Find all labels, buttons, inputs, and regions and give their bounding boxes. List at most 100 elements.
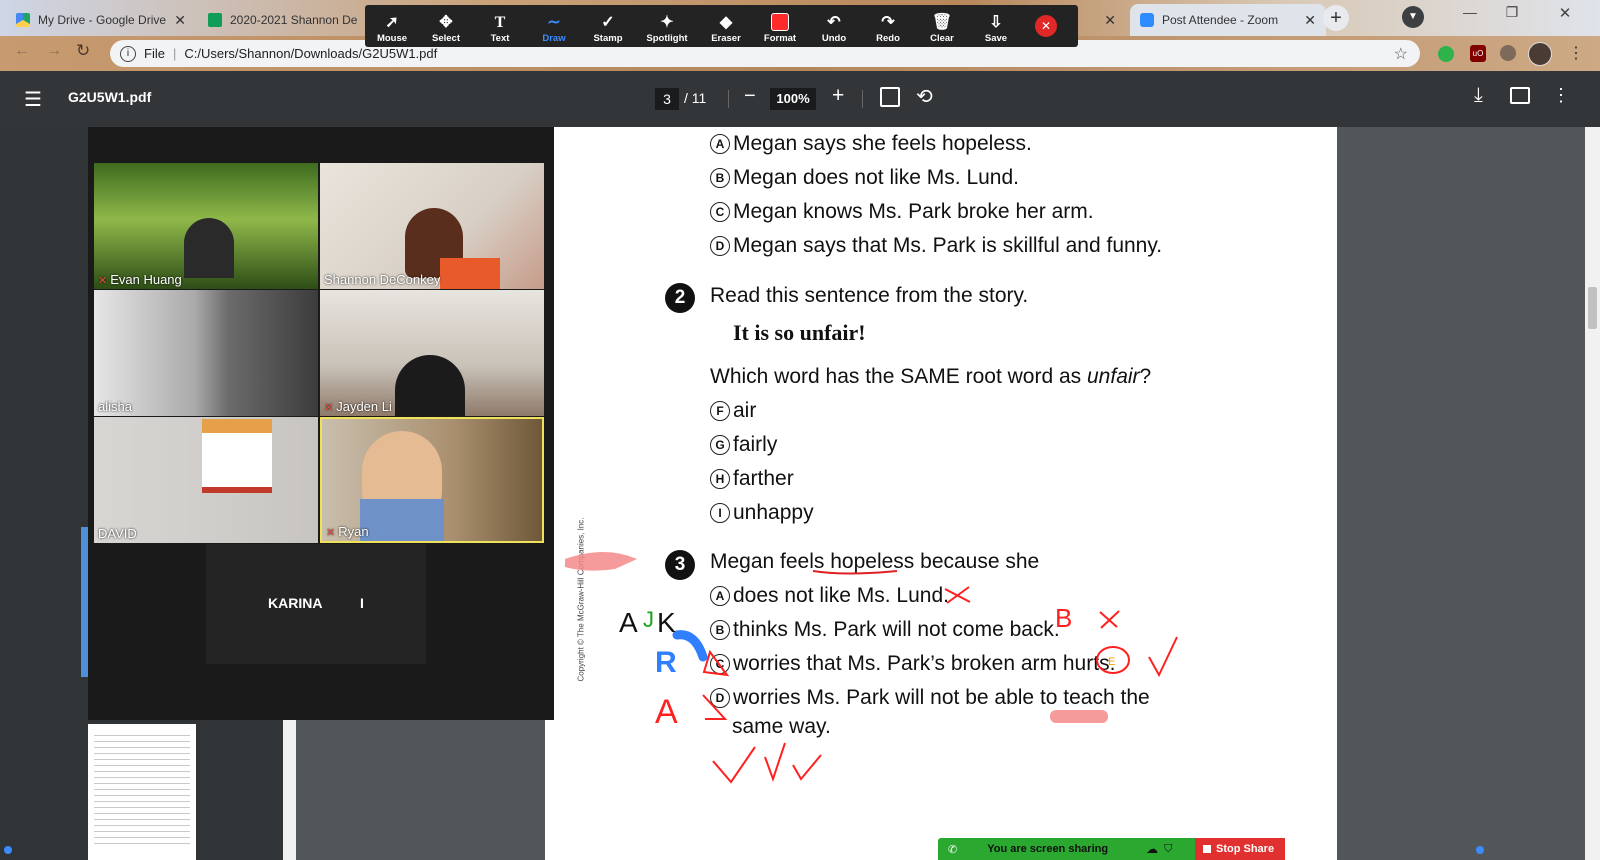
annotation-letter: J (643, 607, 654, 632)
new-tab-button[interactable]: + (1323, 5, 1349, 31)
tab-title: Post Attendee - Zoom (1162, 13, 1279, 27)
check-mark (792, 754, 822, 781)
video-tile[interactable]: alisha (94, 290, 318, 416)
zoom-out-button[interactable]: − (744, 85, 756, 108)
tool-text[interactable]: T Text (473, 5, 527, 47)
page-total: / 11 (684, 90, 707, 106)
toolbar-divider (728, 90, 729, 108)
status-dot (1476, 846, 1484, 854)
zoom-in-button[interactable]: + (832, 84, 844, 108)
check-mark (712, 746, 756, 784)
tab-search-icon[interactable]: ▼ (1402, 6, 1424, 28)
participant-name: DAVID (98, 526, 137, 541)
page-number-input[interactable]: 3 (655, 88, 679, 110)
tool-spotlight[interactable]: ✦ Spotlight (635, 5, 699, 47)
annotation-letter: A (655, 693, 678, 731)
highlight-stroke (1050, 710, 1108, 723)
ublock-icon[interactable]: uO (1470, 45, 1486, 62)
download-icon[interactable]: ⤓ (1474, 84, 1483, 107)
video-tile-off[interactable]: KARINA I (206, 544, 426, 664)
close-window-button[interactable]: ✕ (1545, 4, 1585, 28)
page-thumbnail[interactable] (88, 724, 196, 860)
print-icon[interactable] (1510, 87, 1530, 104)
tab-google-drive[interactable]: My Drive - Google Drive ✕ (6, 4, 196, 36)
cross-mark (944, 586, 971, 604)
tab-title: My Drive - Google Drive (38, 13, 166, 27)
arrow-highlight (565, 552, 637, 571)
tab-sheets[interactable]: 2020-2021 Shannon De (198, 4, 368, 36)
cross-mark (1099, 610, 1120, 629)
address-url: C:/Users/Shannon/Downloads/G2U5W1.pdf (184, 46, 438, 61)
page-scrollbar[interactable] (1585, 127, 1600, 860)
reload-icon[interactable]: ↻ (76, 41, 90, 61)
annotation-letter: B (1055, 603, 1072, 633)
tool-save[interactable]: ⇩ Save (969, 5, 1023, 47)
google-drive-icon (16, 13, 30, 27)
check-icon: ✓ (601, 14, 615, 31)
extension-green-icon[interactable] (1438, 46, 1454, 62)
video-tile[interactable]: ✕ Jayden Li (320, 290, 544, 416)
redo-icon: ↷ (881, 14, 895, 31)
extensions-puzzle-icon[interactable] (1500, 45, 1516, 61)
participant-name: ✕ Ryan (326, 524, 369, 539)
video-tile[interactable]: Shannon DeConkey (320, 163, 544, 289)
eraser-icon: ◆ (719, 14, 733, 31)
muted-mic-icon: ✕ (324, 402, 334, 414)
tab-zoom-post-attendee[interactable]: Post Attendee - Zoom ✕ (1130, 4, 1326, 36)
bookmark-star-icon[interactable]: ☆ (1394, 44, 1408, 64)
cursor-icon: ➚ (385, 14, 399, 31)
restore-button[interactable]: ❐ (1492, 4, 1532, 28)
sidebar-resize-handle[interactable] (81, 527, 88, 677)
tool-undo[interactable]: ↶ Undo (807, 5, 861, 47)
tool-draw[interactable]: ∼ Draw (527, 5, 581, 47)
rotate-icon[interactable]: ⟲ (916, 84, 933, 109)
info-icon[interactable]: i (120, 45, 136, 62)
move-icon: ✥ (439, 14, 453, 31)
annotation-letter: A (619, 607, 638, 638)
menu-hamburger-icon[interactable]: ☰ (24, 87, 42, 112)
close-icon[interactable]: ✕ (1304, 12, 1316, 29)
tool-mouse[interactable]: ➚ Mouse (365, 5, 419, 47)
check-mark (764, 742, 786, 783)
profile-avatar[interactable] (1528, 42, 1552, 66)
zoom-annotation-toolbar: ➚ Mouse ✥ Select T Text ∼ Draw ✓ Stamp ✦ Spotl… (365, 5, 1078, 47)
tool-format[interactable]: Format (753, 5, 807, 47)
tab-hidden[interactable]: ✕ (1080, 4, 1126, 36)
more-options-icon[interactable]: ⋮ (1552, 85, 1570, 106)
draw-icon: ∼ (547, 14, 561, 31)
close-icon[interactable]: ✕ (174, 12, 186, 29)
undo-icon: ↶ (827, 14, 841, 31)
trash-icon: 🗑 (931, 14, 953, 31)
pdf-toolbar: ☰ G2U5W1.pdf 3 / 11 − 100% + ⟲ ⤓ ⋮ (0, 71, 1600, 127)
tool-select[interactable]: ✥ Select (419, 5, 473, 47)
box-mark (702, 649, 730, 677)
video-tile[interactable]: DAVID (94, 417, 318, 543)
text-icon: T (494, 14, 506, 31)
tool-redo[interactable]: ↷ Redo (861, 5, 915, 47)
muted-mic-icon: ✕ (326, 527, 336, 539)
zoom-level-input[interactable]: 100% (770, 88, 816, 110)
tool-clear[interactable]: 🗑 Clear (915, 5, 969, 47)
forward-arrow-icon[interactable]: → (46, 42, 62, 60)
save-icon: ⇩ (989, 14, 1003, 31)
back-arrow-icon[interactable]: ← (14, 42, 30, 60)
tool-stamp[interactable]: ✓ Stamp (581, 5, 635, 47)
tab-title: 2020-2021 Shannon De (230, 13, 358, 27)
browser-menu-icon[interactable]: ⋮ (1568, 43, 1584, 63)
annotation-letter: K (657, 607, 676, 638)
scrollbar-thumb[interactable] (1588, 287, 1597, 329)
shield-icon: ⛉ (1164, 842, 1173, 855)
close-toolbar-button[interactable]: ✕ (1035, 15, 1057, 37)
video-tile-active-speaker[interactable]: ✕ Ryan (320, 417, 544, 543)
annotation-letter: E (1108, 656, 1115, 668)
participant-name: Shannon DeConkey (324, 272, 441, 287)
stop-share-button[interactable]: Stop Share (1195, 838, 1285, 860)
video-tile[interactable]: ✕ Evan Huang (94, 163, 318, 289)
fit-page-icon[interactable] (880, 87, 900, 107)
annotation-layer: A J K R B E A (565, 552, 1178, 784)
participant-name-suffix: I (360, 595, 364, 611)
close-icon[interactable]: ✕ (1104, 12, 1116, 29)
format-icon (771, 13, 789, 31)
tool-eraser[interactable]: ◆ Eraser (699, 5, 753, 47)
minimize-button[interactable]: — (1450, 4, 1490, 28)
